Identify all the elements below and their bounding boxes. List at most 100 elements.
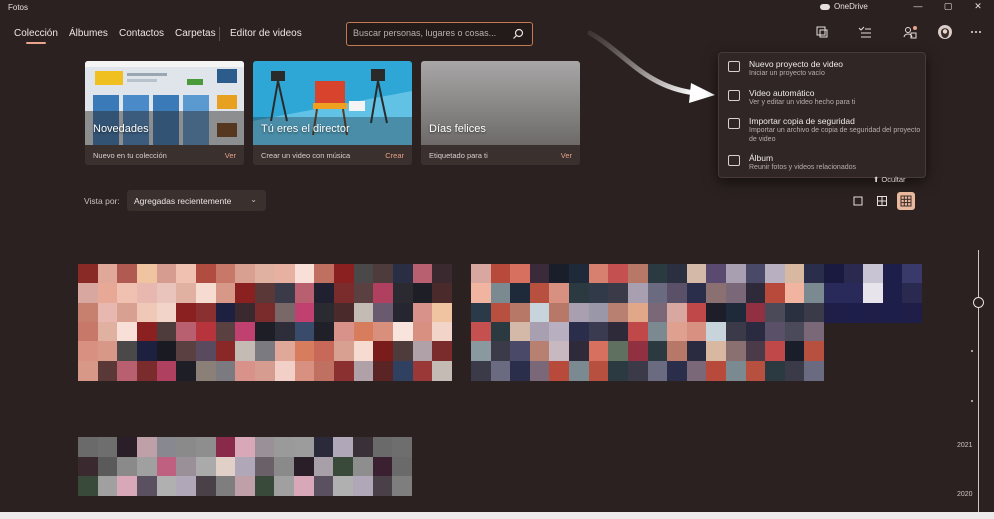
photo-thumbnail[interactable] (373, 360, 394, 381)
photo-thumbnail[interactable] (706, 283, 727, 304)
photo-thumbnail[interactable] (97, 456, 118, 477)
photo-thumbnail[interactable] (667, 302, 688, 323)
photo-thumbnail[interactable] (294, 476, 315, 497)
card-dias-felices[interactable]: Días felices Etiquetado para ti Ver (421, 61, 580, 165)
photo-thumbnail[interactable] (510, 302, 531, 323)
maximize-button[interactable]: ▢ (941, 1, 955, 12)
photo-thumbnail[interactable] (156, 264, 177, 284)
photo-thumbnail[interactable] (432, 283, 453, 304)
photo-thumbnail[interactable] (392, 322, 413, 342)
dense-grid-view-button[interactable] (897, 192, 915, 210)
photo-thumbnail[interactable] (667, 264, 688, 284)
photo-thumbnail[interactable] (235, 302, 256, 323)
photo-thumbnail[interactable] (97, 264, 118, 284)
photo-thumbnail[interactable] (78, 360, 98, 381)
photo-thumbnail[interactable] (314, 322, 335, 342)
photo-thumbnail[interactable] (471, 264, 491, 284)
photo-thumbnail[interactable] (137, 322, 158, 342)
photo-thumbnail[interactable] (314, 341, 335, 362)
photo-thumbnail[interactable] (588, 264, 609, 284)
card-director[interactable]: Tú eres el director Crear un video con m… (253, 61, 412, 165)
photo-group[interactable] (471, 264, 825, 381)
photo-thumbnail[interactable] (784, 283, 805, 304)
photo-thumbnail[interactable] (647, 302, 668, 323)
import-icon[interactable] (815, 25, 829, 39)
photo-thumbnail[interactable] (627, 322, 648, 342)
photo-thumbnail[interactable] (117, 322, 138, 342)
photo-thumbnail[interactable] (706, 341, 727, 362)
photo-thumbnail[interactable] (529, 322, 550, 342)
photo-thumbnail[interactable] (235, 283, 256, 304)
photo-thumbnail[interactable] (588, 322, 609, 342)
photo-thumbnail[interactable] (255, 322, 276, 342)
photo-thumbnail[interactable] (274, 360, 295, 381)
onedrive-status[interactable]: OneDrive (820, 2, 868, 11)
photo-thumbnail[interactable] (97, 322, 118, 342)
photo-thumbnail[interactable] (353, 341, 374, 362)
photo-thumbnail[interactable] (333, 283, 354, 304)
photo-thumbnail[interactable] (117, 264, 138, 284)
photo-thumbnail[interactable] (353, 476, 374, 497)
photo-thumbnail[interactable] (156, 322, 177, 342)
photo-thumbnail[interactable] (156, 360, 177, 381)
photo-thumbnail[interactable] (294, 264, 315, 284)
photo-thumbnail[interactable] (627, 341, 648, 362)
photo-thumbnail[interactable] (78, 283, 98, 304)
photo-thumbnail[interactable] (255, 302, 276, 323)
photo-thumbnail[interactable] (196, 302, 217, 323)
photo-thumbnail[interactable] (471, 283, 491, 304)
photo-thumbnail[interactable] (745, 264, 766, 284)
photo-thumbnail[interactable] (117, 302, 138, 323)
view-by-dropdown[interactable]: Agregadas recientemente ⌄ (127, 190, 266, 211)
card-novedades[interactable]: Novedades Nuevo en tu colección Ver (85, 61, 244, 165)
photo-thumbnail[interactable] (117, 360, 138, 381)
photo-thumbnail[interactable] (373, 302, 394, 323)
photo-thumbnail[interactable] (804, 264, 825, 284)
photo-thumbnail[interactable] (97, 341, 118, 362)
photo-thumbnail[interactable] (313, 476, 334, 497)
photo-thumbnail[interactable] (765, 360, 786, 381)
photo-thumbnail[interactable] (97, 476, 118, 497)
photo-thumbnail[interactable] (412, 360, 433, 381)
photo-thumbnail[interactable] (353, 264, 374, 284)
photo-thumbnail[interactable] (686, 341, 707, 362)
photo-thumbnail[interactable] (843, 264, 864, 284)
photo-thumbnail[interactable] (195, 437, 216, 457)
photo-thumbnail[interactable] (196, 283, 217, 304)
photo-thumbnail[interactable] (412, 302, 433, 323)
photo-thumbnail[interactable] (569, 264, 590, 284)
photo-thumbnail[interactable] (294, 360, 315, 381)
select-icon[interactable] (858, 25, 872, 39)
photo-thumbnail[interactable] (313, 437, 334, 457)
photo-thumbnail[interactable] (529, 360, 550, 381)
photo-thumbnail[interactable] (804, 322, 825, 342)
photo-thumbnail[interactable] (608, 283, 629, 304)
photo-thumbnail[interactable] (392, 437, 413, 457)
photo-thumbnail[interactable] (235, 264, 256, 284)
photo-thumbnail[interactable] (510, 341, 531, 362)
photo-thumbnail[interactable] (490, 341, 511, 362)
photo-thumbnail[interactable] (136, 437, 157, 457)
photo-thumbnail[interactable] (824, 302, 844, 323)
photo-thumbnail[interactable] (117, 476, 138, 497)
photo-thumbnail[interactable] (667, 341, 688, 362)
photo-thumbnail[interactable] (235, 322, 256, 342)
photo-thumbnail[interactable] (372, 437, 393, 457)
photo-thumbnail[interactable] (765, 322, 786, 342)
photo-thumbnail[interactable] (549, 264, 570, 284)
photo-thumbnail[interactable] (510, 283, 531, 304)
photo-thumbnail[interactable] (294, 283, 315, 304)
photo-thumbnail[interactable] (549, 322, 570, 342)
photo-thumbnail[interactable] (667, 322, 688, 342)
photo-thumbnail[interactable] (333, 302, 354, 323)
search-box[interactable] (346, 22, 533, 46)
photo-thumbnail[interactable] (196, 264, 217, 284)
photo-thumbnail[interactable] (117, 341, 138, 362)
photo-thumbnail[interactable] (432, 360, 453, 381)
photo-thumbnail[interactable] (137, 264, 158, 284)
photo-thumbnail[interactable] (254, 476, 275, 497)
photo-thumbnail[interactable] (78, 476, 98, 497)
photo-thumbnail[interactable] (176, 322, 197, 342)
photo-thumbnail[interactable] (510, 264, 531, 284)
photo-thumbnail[interactable] (78, 456, 98, 477)
